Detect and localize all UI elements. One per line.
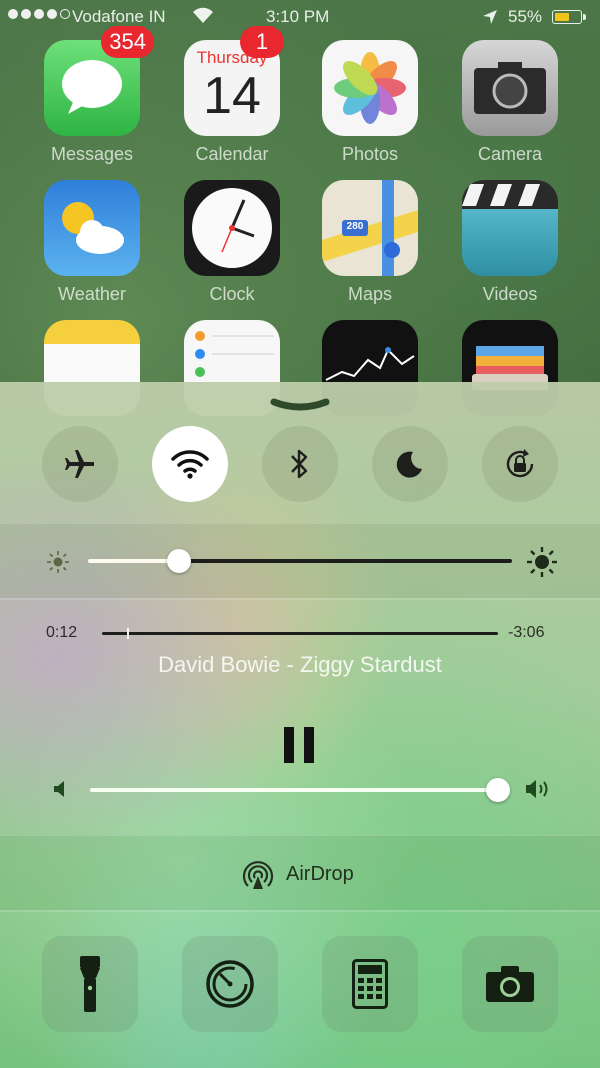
calendar-day: 14 xyxy=(203,67,261,125)
app-calendar[interactable]: Thursday 14 1 Calendar xyxy=(184,26,284,165)
brightness-high-icon xyxy=(527,547,557,577)
carrier-name: Vodafone IN xyxy=(72,7,166,26)
messages-badge: 354 xyxy=(101,26,154,58)
airplane-icon xyxy=(65,450,94,478)
airdrop-icon xyxy=(242,861,274,889)
app-messages[interactable]: 354 Messages xyxy=(44,26,154,165)
calendar-badge: 1 xyxy=(240,26,284,58)
camera-icon xyxy=(486,966,534,1002)
remaining-time: -3:06 xyxy=(508,624,545,641)
calculator-icon xyxy=(352,959,388,1009)
app-videos[interactable]: Videos xyxy=(462,180,558,305)
bluetooth-toggle[interactable] xyxy=(262,426,338,502)
videos-icon xyxy=(462,180,558,276)
volume-fill xyxy=(90,788,498,792)
app-photos[interactable]: Photos xyxy=(322,40,418,165)
app-label: Maps xyxy=(347,284,392,304)
pause-button[interactable] xyxy=(284,727,316,768)
app-label: Calendar xyxy=(195,144,269,164)
app-label: Camera xyxy=(477,144,543,164)
volume-low-icon xyxy=(54,781,64,797)
weather-icon xyxy=(44,180,140,276)
volume-high-icon xyxy=(526,780,548,798)
wifi-toggle[interactable] xyxy=(152,426,228,502)
clock-icon xyxy=(184,180,280,276)
airdrop-label: AirDrop xyxy=(286,862,354,885)
brightness-track xyxy=(180,559,512,563)
app-clock[interactable]: Clock xyxy=(184,180,280,305)
brightness-low-icon xyxy=(47,551,69,573)
app-label: Weather xyxy=(58,284,126,304)
scrubber-track xyxy=(102,632,498,635)
airdrop-button[interactable]: AirDrop xyxy=(240,856,354,892)
app-weather[interactable]: Weather xyxy=(44,180,140,305)
photos-icon xyxy=(322,40,418,136)
pause-icon xyxy=(284,727,314,763)
elapsed-time: 0:12 xyxy=(46,624,78,641)
wifi-icon xyxy=(171,450,209,479)
timer-icon xyxy=(206,960,254,1008)
rotation-lock-toggle[interactable] xyxy=(482,426,558,502)
control-center: 0:12 -3:06 David Bowie - Ziggy Stardust … xyxy=(0,382,600,1068)
battery-percent: 55% xyxy=(508,7,543,26)
app-label: Clock xyxy=(209,284,255,304)
route-sign: 280 xyxy=(346,221,364,232)
now-playing-title: David Bowie - Ziggy Stardust xyxy=(158,652,442,677)
volume-knob[interactable] xyxy=(486,778,510,802)
brightness-knob[interactable] xyxy=(167,549,191,573)
camera-button[interactable] xyxy=(462,936,558,1032)
app-maps[interactable]: 280 Maps xyxy=(322,180,418,305)
app-label: Photos xyxy=(341,144,399,164)
wifi-status-icon xyxy=(192,6,214,29)
maps-icon: 280 xyxy=(322,180,418,276)
flashlight-button[interactable] xyxy=(42,936,138,1032)
location-arrow-icon xyxy=(482,9,498,30)
moon-icon xyxy=(396,451,422,478)
signal-strength-icon xyxy=(8,9,70,19)
flashlight-icon xyxy=(80,956,100,1012)
timer-button[interactable] xyxy=(182,936,278,1032)
do-not-disturb-toggle[interactable] xyxy=(372,426,448,502)
status-bar: Vodafone IN 3:10 PM 55% xyxy=(0,0,600,34)
grabber-handle[interactable] xyxy=(270,398,330,414)
app-label: Videos xyxy=(482,284,538,304)
scrubber-position[interactable] xyxy=(127,628,129,639)
camera-app-icon xyxy=(462,40,558,136)
clock-time: 3:10 PM xyxy=(266,7,330,26)
rotation-lock-icon xyxy=(506,449,534,478)
battery-icon xyxy=(552,10,586,24)
app-label: Messages xyxy=(50,144,134,164)
app-camera[interactable]: Camera xyxy=(462,40,558,165)
calculator-button[interactable] xyxy=(322,936,418,1032)
airplane-mode-toggle[interactable] xyxy=(42,426,118,502)
bluetooth-icon xyxy=(291,449,308,479)
